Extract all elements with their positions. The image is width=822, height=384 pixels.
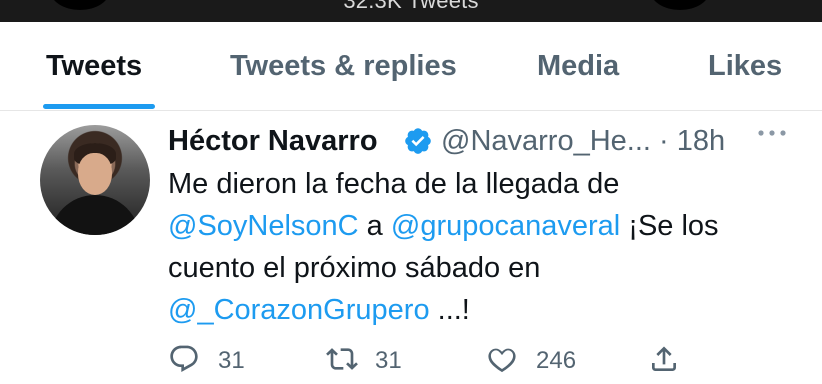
verified-badge-icon: [403, 126, 433, 156]
more-dots-icon[interactable]: [755, 125, 789, 141]
mention-link[interactable]: @_CorazonGrupero: [168, 294, 430, 326]
author-handle-and-time[interactable]: @Navarro_He... · 18h: [441, 125, 725, 158]
tweet-text-part: ...!: [429, 294, 470, 326]
tweet[interactable]: Héctor Navarro @Navarro_He... · 18h Me d…: [0, 111, 822, 384]
tab-tweets-and-replies[interactable]: Tweets & replies: [230, 50, 457, 83]
tweet-text-part: Me dieron la fecha de la llegada de: [168, 168, 620, 200]
tab-media[interactable]: Media: [537, 50, 619, 83]
reply-count: 31: [218, 347, 245, 374]
avatar[interactable]: [40, 125, 150, 235]
tweet-text-part: a: [358, 210, 391, 242]
tweet-actions: 31 31 246: [0, 339, 822, 379]
active-tab-indicator: [43, 104, 155, 109]
mention-link[interactable]: @SoyNelsonC: [168, 210, 359, 242]
tab-likes[interactable]: Likes: [708, 50, 782, 83]
tweet-count: 32.3K Tweets: [343, 0, 479, 13]
profile-tabs: Tweets Tweets & replies Media Likes: [0, 22, 822, 110]
avatar-shoulders: [50, 195, 140, 235]
avatar-face: [78, 153, 112, 195]
author-handle[interactable]: @Navarro_He...: [441, 125, 651, 157]
profile-header-strip: 32.3K Tweets: [0, 0, 822, 22]
like-count: 246: [536, 347, 577, 374]
author-name[interactable]: Héctor Navarro: [168, 125, 378, 158]
tweet-text: Me dieron la fecha de la llegada de @Soy…: [168, 163, 798, 331]
time-separator: ·: [659, 125, 669, 157]
tweet-time[interactable]: 18h: [677, 125, 725, 157]
mention-link[interactable]: @grupocanaveral: [391, 210, 620, 242]
retweet-count: 31: [375, 347, 402, 374]
tab-tweets[interactable]: Tweets: [46, 50, 142, 83]
